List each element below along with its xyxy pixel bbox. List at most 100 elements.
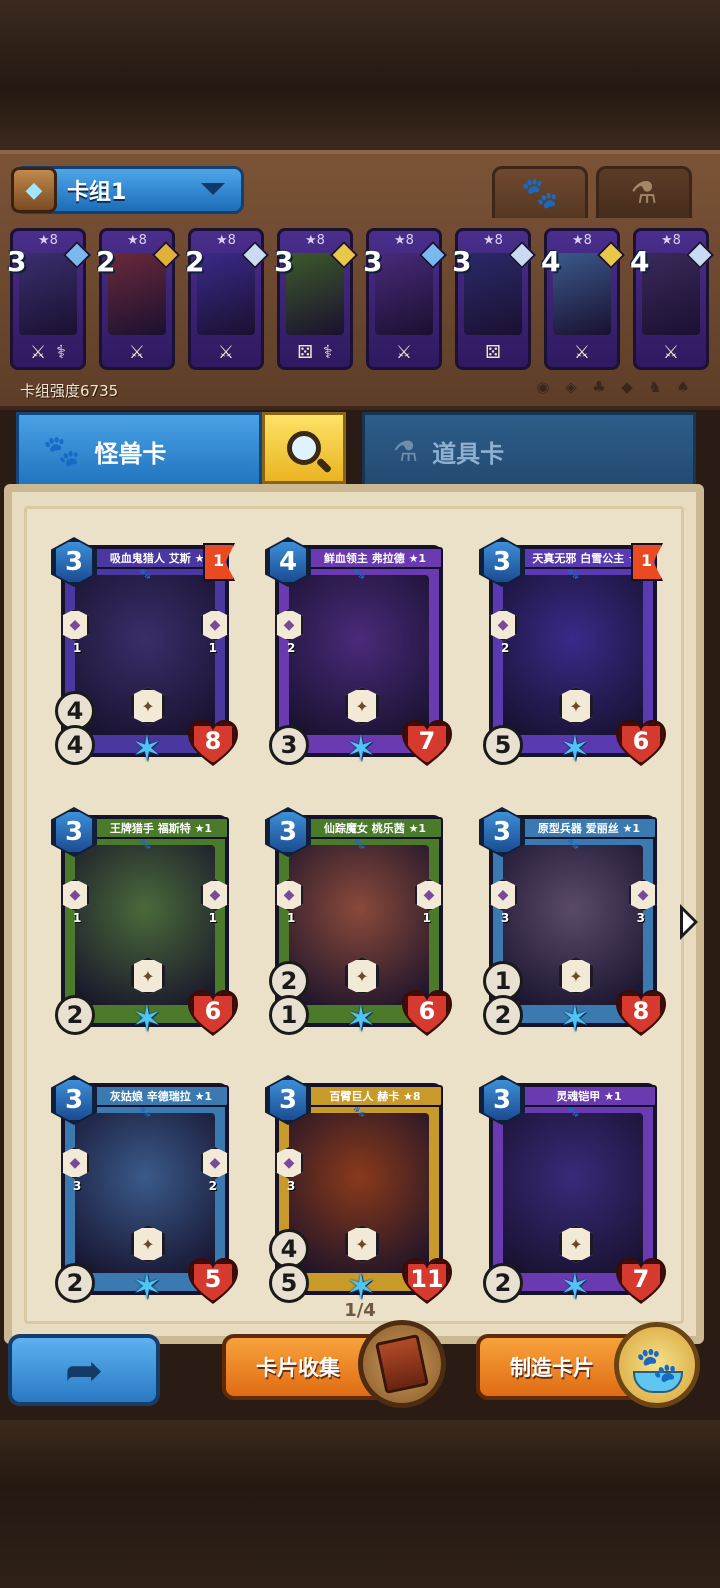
- skill-value: 1: [208, 641, 217, 655]
- deck-book-icon: ◆: [11, 167, 57, 213]
- deck-card-cost: 2: [96, 245, 116, 278]
- monster-card-attack: 2: [483, 1263, 523, 1303]
- monster-card-title: 原型兵器 爱丽丝 ★1: [521, 817, 657, 839]
- paw-icon: 🐾: [43, 434, 81, 469]
- monster-card[interactable]: 灰姑娘 辛德瑞拉 ★1 🐾 3 ◆ 3 ◆ 2 ✦ 2 5 ✶: [51, 1075, 229, 1308]
- monster-card[interactable]: 仙踪魔女 桃乐茜 ★1 🐾 3 ◆ 1 ◆ 1 ✦ 2 1 6 ✶: [265, 807, 443, 1040]
- equipment-icon: ⚄: [297, 342, 313, 363]
- paw-icon: 🐾: [139, 1107, 152, 1118]
- paw-icon: 🐾: [139, 569, 152, 580]
- deck-strength: 卡组强度6735: [20, 382, 119, 400]
- deck-selector[interactable]: ◆ 卡组1: [11, 166, 244, 214]
- equipment-icon: ⚔: [573, 342, 591, 363]
- card-book-icon[interactable]: [358, 1320, 446, 1408]
- deck-card[interactable]: ★8 4 ⚔: [630, 228, 715, 370]
- deck-card-art: [375, 253, 433, 335]
- monster-card[interactable]: 原型兵器 爱丽丝 ★1 🐾 3 ◆ 3 ◆ 3 ✦ 1 2 8 ✶: [479, 807, 657, 1040]
- tab-monster-cards[interactable]: 🐾 怪兽卡: [16, 412, 262, 488]
- skill-value: 3: [636, 911, 645, 925]
- deck-card-art: [108, 253, 166, 335]
- monster-card-title: 百臂巨人 赫卡 ★8: [307, 1085, 443, 1107]
- back-button[interactable]: ➦: [8, 1334, 160, 1406]
- deck-filter-icons: ◉ ◈ ♣ ◆ ♞ ♠: [534, 378, 692, 396]
- equipment-icon: ⚔: [30, 342, 47, 363]
- star-gem-icon: ✶: [345, 998, 377, 1040]
- monster-card[interactable]: 吸血鬼猎人 艾斯 ★8 🐾 3 1 ◆ 1 ◆ 1 ✦ 4 4 8 ✶: [51, 537, 229, 770]
- deck-card-icons: ⚔: [547, 342, 617, 363]
- filter-icon[interactable]: ♠: [674, 378, 692, 396]
- monster-card-title: 灵魂铠甲 ★1: [521, 1085, 657, 1107]
- paw-icon: 🐾: [353, 569, 366, 580]
- monster-deck-tab[interactable]: 🐾: [492, 166, 588, 218]
- skill-value: 1: [287, 911, 296, 925]
- skill-value: 2: [287, 641, 296, 655]
- deck-card[interactable]: ★8 3 ⚄ ⚕: [274, 228, 359, 370]
- paw-potion-icon[interactable]: 🐾: [614, 1322, 700, 1408]
- potion-icon: ⚗: [630, 176, 658, 211]
- page-indicator: 1/4: [344, 1300, 376, 1321]
- card-grid: 吸血鬼猎人 艾斯 ★8 🐾 3 1 ◆ 1 ◆ 1 ✦ 4 4 8 ✶ 鲜血领主 弗拉德 ★1 🐾 4 ◆ 2 ✦ 3…: [24, 506, 684, 1324]
- deck-card[interactable]: ★8 4 ⚔: [541, 228, 626, 370]
- potion-icon: ⚗: [393, 435, 419, 468]
- monster-card[interactable]: 王牌猎手 福斯特 ★1 🐾 3 ◆ 1 ◆ 1 ✦ 2 6 ✶: [51, 807, 229, 1040]
- star-gem-icon: ✶: [131, 728, 163, 770]
- back-arrow-icon: ➦: [64, 1343, 104, 1397]
- skill-value: 3: [501, 911, 510, 925]
- bottom-background: [0, 1420, 720, 1588]
- deck-card-icons: ⚔: [636, 342, 706, 363]
- paw-icon: 🐾: [567, 569, 580, 580]
- search-button[interactable]: [262, 412, 346, 484]
- card-collection-label: 卡片收集: [256, 1356, 340, 1380]
- search-icon: [287, 431, 321, 465]
- paw-icon: 🐾: [353, 839, 366, 850]
- filter-icon[interactable]: ◆: [618, 378, 636, 396]
- tab-item-label: 道具卡: [432, 440, 505, 468]
- deck-name: 卡组1: [67, 180, 127, 205]
- item-deck-tab[interactable]: ⚗: [596, 166, 692, 218]
- deck-card[interactable]: ★8 2 ⚔: [96, 228, 181, 370]
- deck-card-art: [553, 253, 611, 335]
- deck-panel: ◆ 卡组1 🐾 ⚗ ★8 3 ⚔ ⚕ ★8 2 ⚔ ★8 2 ⚔ ★8 3 ⚄ ⚕ ★8 3 ⚔ ★8 3 ⚄ ★8 4 ⚔…: [0, 150, 720, 410]
- monster-card[interactable]: 灵魂铠甲 ★1 🐾 3 ✦ 2 7 ✶: [479, 1075, 657, 1308]
- star-gem-icon: ✶: [559, 728, 591, 770]
- deck-card-icons: ⚔: [369, 342, 439, 363]
- skill-value: 1: [73, 911, 82, 925]
- next-page-arrow-fill: [683, 911, 694, 933]
- monster-card[interactable]: 天真无邪 白雪公主 ★8 🐾 3 1 ◆ 2 ✦ 5 6 ✶: [479, 537, 657, 770]
- deck-card-icons: ⚔: [102, 342, 172, 363]
- filter-icon[interactable]: ♣: [590, 378, 608, 396]
- tab-item-cards[interactable]: ⚗ 道具卡: [362, 412, 696, 488]
- deck-card[interactable]: ★8 3 ⚔ ⚕: [7, 228, 92, 370]
- deck-card[interactable]: ★8 3 ⚔: [363, 228, 448, 370]
- top-background: [0, 0, 720, 150]
- monster-card-attack: 4: [55, 725, 95, 765]
- tab-monster-label: 怪兽卡: [94, 440, 167, 468]
- deck-card[interactable]: ★8 3 ⚄: [452, 228, 537, 370]
- equipment-icon: ⚄: [485, 342, 501, 363]
- equipment-icon: ⚔: [662, 342, 680, 363]
- monster-card-attack: 5: [269, 1263, 309, 1303]
- monster-card[interactable]: 百臂巨人 赫卡 ★8 🐾 3 ◆ 3 ✦ 4 5 11 ✶: [265, 1075, 443, 1308]
- monster-card-attack: 3: [269, 725, 309, 765]
- monster-card-title: 仙踪魔女 桃乐茜 ★1: [307, 817, 443, 839]
- monster-card-attack: 2: [55, 995, 95, 1035]
- rank-flag: 1: [203, 543, 235, 581]
- deck-card-cost: 4: [630, 245, 650, 278]
- skill-value: 1: [422, 911, 431, 925]
- deck-card-icons: ⚔: [191, 342, 261, 363]
- equipment-icon: ⚔: [217, 342, 235, 363]
- filter-icon[interactable]: ♞: [646, 378, 664, 396]
- equipment-icon: ⚕: [56, 342, 66, 363]
- filter-icon[interactable]: ◉: [534, 378, 552, 396]
- paw-icon: 🐾: [353, 1107, 366, 1118]
- monster-card-title: 灰姑娘 辛德瑞拉 ★1: [93, 1085, 229, 1107]
- deck-card[interactable]: ★8 2 ⚔: [185, 228, 270, 370]
- deck-card-list: ★8 3 ⚔ ⚕ ★8 2 ⚔ ★8 2 ⚔ ★8 3 ⚄ ⚕ ★8 3 ⚔ ★8 3 ⚄ ★8 4 ⚔ ★8 4 ⚔: [7, 228, 715, 378]
- deck-card-cost: 3: [274, 245, 294, 278]
- filter-icon[interactable]: ◈: [562, 378, 580, 396]
- skill-value: 2: [208, 1179, 217, 1193]
- paw-icon: 🐾: [567, 839, 580, 850]
- skill-value: 1: [73, 641, 82, 655]
- monster-card[interactable]: 鲜血领主 弗拉德 ★1 🐾 4 ◆ 2 ✦ 3 7 ✶: [265, 537, 443, 770]
- deck-card-cost: 2: [185, 245, 205, 278]
